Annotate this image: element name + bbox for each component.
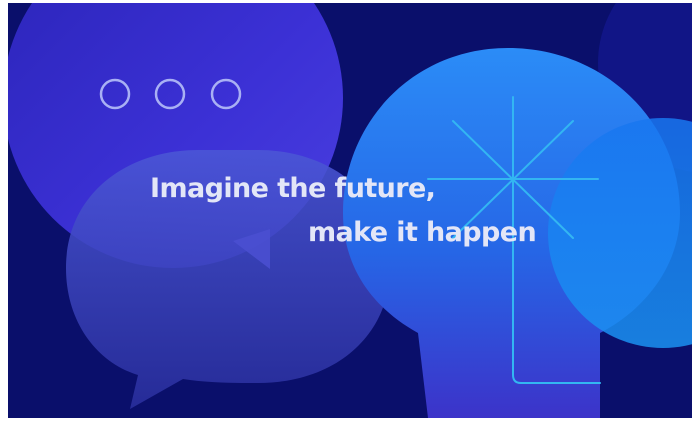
hero-illustration <box>8 3 692 418</box>
hero-banner: Imagine the future, make it happen <box>8 3 692 418</box>
